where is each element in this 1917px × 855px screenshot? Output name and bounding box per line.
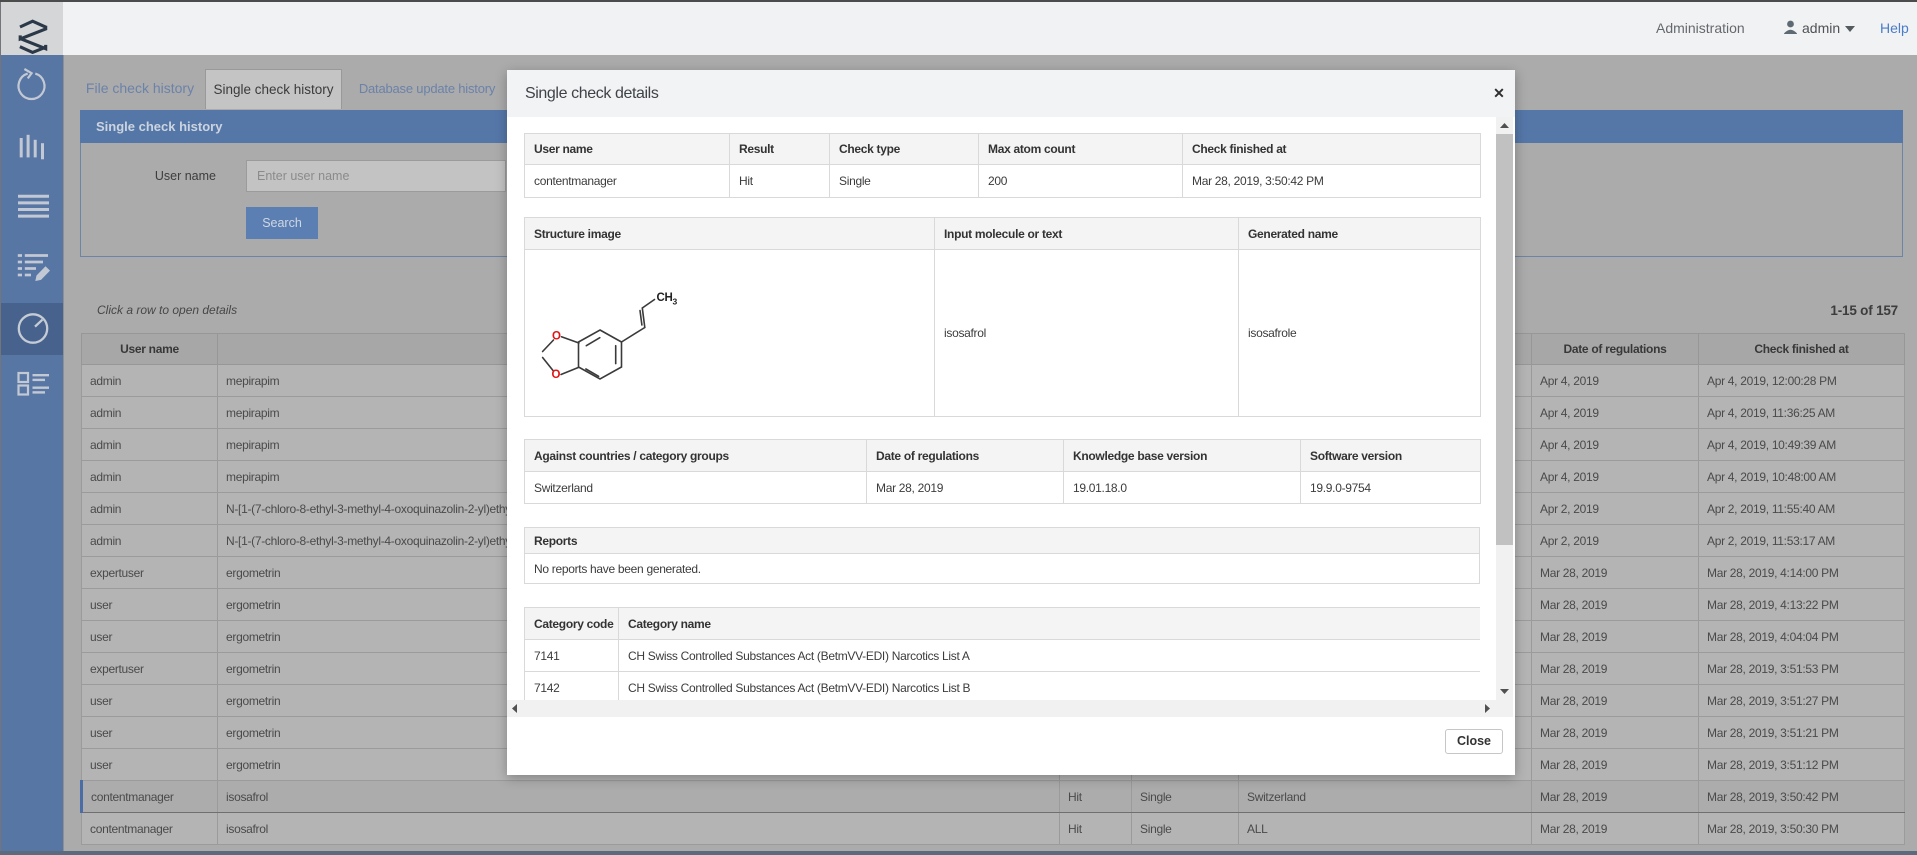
svg-text:CH: CH — [656, 292, 672, 304]
svg-text:O: O — [551, 369, 560, 381]
svg-text:3: 3 — [672, 296, 677, 306]
svg-text:O: O — [552, 330, 561, 342]
